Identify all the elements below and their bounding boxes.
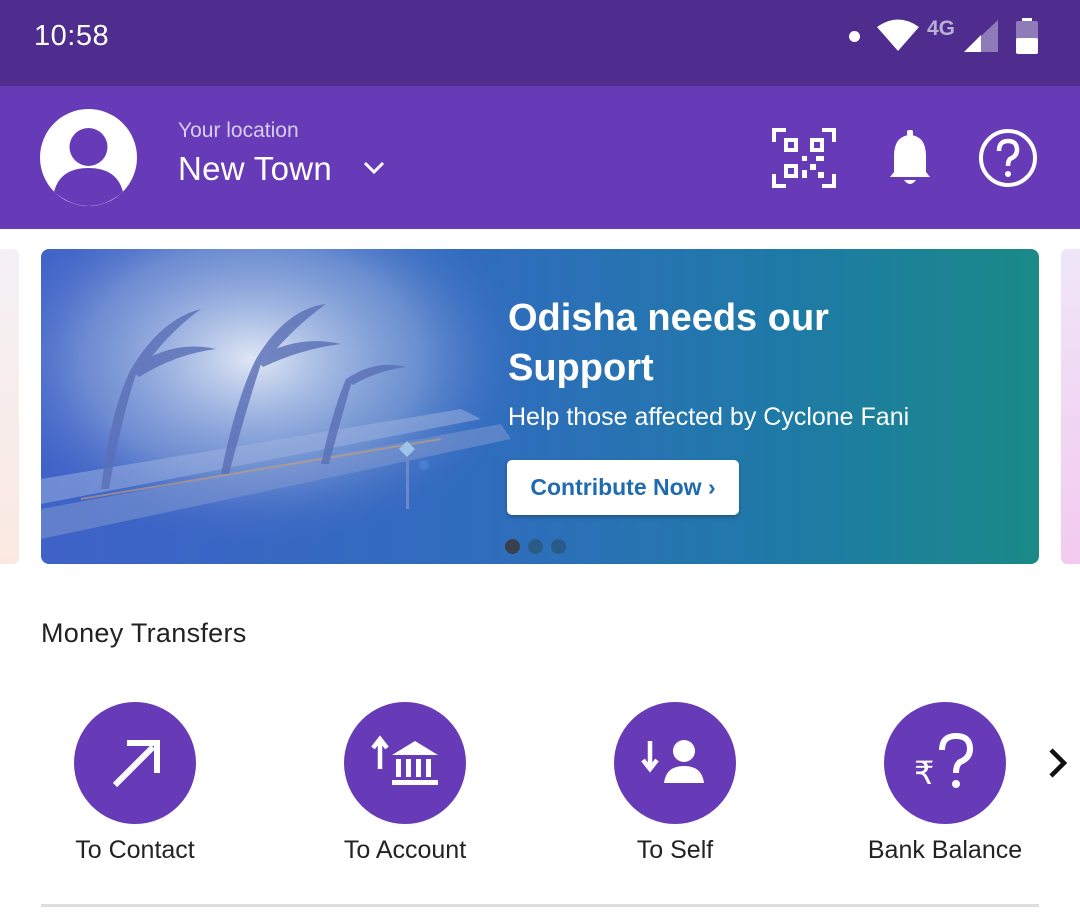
to-account-label: To Account (343, 836, 467, 864)
notification-dot-icon (849, 31, 860, 42)
network-type-label: 4G (927, 17, 956, 40)
to-account-icon-circle (344, 702, 466, 824)
section-divider (41, 904, 1039, 907)
to-self-button[interactable]: To Self (575, 702, 775, 872)
avatar-icon[interactable] (40, 109, 137, 206)
carousel-indicator (505, 539, 566, 554)
bank-balance-label: Bank Balance (867, 836, 1023, 864)
rupee-question-icon: ₹ (914, 732, 974, 792)
banner-title: Odisha needs our Support (508, 297, 829, 389)
next-banner-peek[interactable] (1061, 249, 1080, 564)
person-download-icon (641, 740, 704, 783)
wifi-icon (877, 19, 919, 51)
to-self-label: To Self (636, 836, 714, 864)
bell-icon[interactable] (878, 126, 942, 190)
bank-balance-icon-circle: ₹ (884, 702, 1006, 824)
to-contact-button[interactable]: To Contact (35, 702, 235, 872)
bank-upload-icon (371, 735, 438, 785)
banner-subtitle: Help those affected by Cyclone Fani (508, 403, 910, 431)
carousel-dot-active (505, 539, 520, 554)
status-bar: 10:58 4G (0, 0, 1080, 86)
money-transfers-title: Money Transfers (41, 618, 247, 648)
help-icon[interactable] (976, 126, 1040, 190)
location-caption: Your location (178, 119, 299, 142)
contribute-now-button[interactable]: Contribute Now › (507, 460, 739, 515)
battery-icon (1016, 18, 1038, 54)
to-self-icon-circle (614, 702, 736, 824)
cyclone-illustration (41, 249, 511, 564)
cell-signal-icon (964, 20, 998, 52)
promo-banner[interactable]: Odisha needs our Support Help those affe… (41, 249, 1039, 564)
carousel-dot (528, 539, 543, 554)
qr-scan-icon[interactable] (772, 126, 836, 190)
location-selector[interactable]: New Town (178, 150, 332, 188)
app-header: Your location New Town (0, 86, 1080, 229)
arrow-up-right-icon (112, 740, 160, 788)
to-contact-icon-circle (74, 702, 196, 824)
to-account-button[interactable]: To Account (305, 702, 505, 872)
chevron-down-icon[interactable] (362, 160, 386, 176)
bank-balance-button[interactable]: ₹ Bank Balance (845, 702, 1045, 872)
to-contact-label: To Contact (75, 836, 195, 864)
previous-banner-peek[interactable] (0, 249, 19, 564)
chevron-right-icon[interactable] (1046, 746, 1070, 780)
svg-text:₹: ₹ (914, 754, 934, 792)
carousel-dot (551, 539, 566, 554)
status-time: 10:58 (34, 20, 110, 52)
